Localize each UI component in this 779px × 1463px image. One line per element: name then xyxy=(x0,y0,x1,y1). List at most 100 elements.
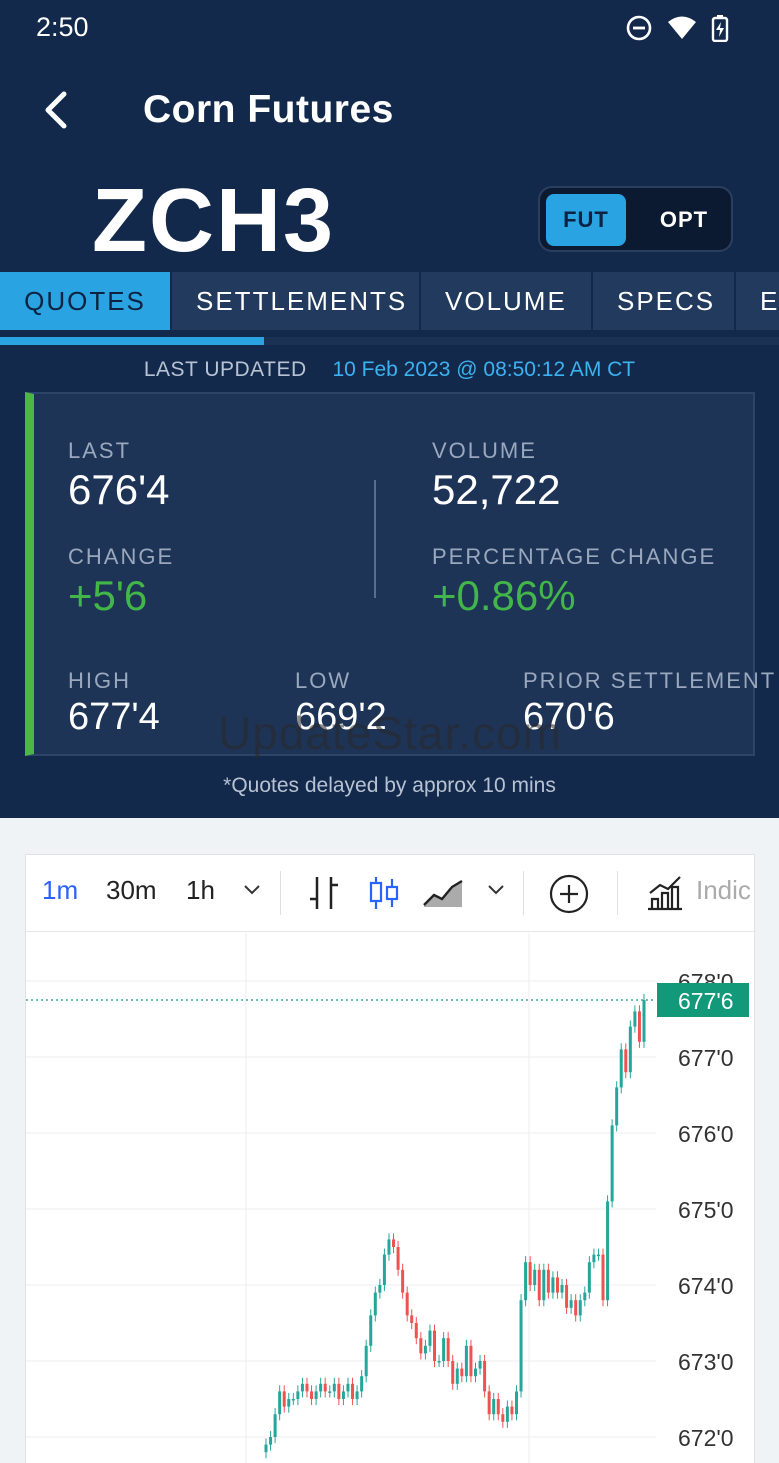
candle-body xyxy=(405,1292,409,1316)
tab-scroll-indicator xyxy=(0,337,264,345)
candle-body xyxy=(305,1383,309,1392)
candle-body xyxy=(328,1391,332,1393)
candle-body xyxy=(351,1383,355,1399)
candle-body xyxy=(601,1254,605,1301)
candle-body xyxy=(551,1277,555,1293)
app-header: 2:50 Corn Futures ZCH3 FUT OPT QUOTES SE… xyxy=(0,0,779,818)
opt-toggle-button[interactable]: OPT xyxy=(640,194,728,246)
candle-body xyxy=(291,1399,295,1401)
candle-body xyxy=(401,1269,405,1293)
interval-30m[interactable]: 30m xyxy=(106,875,157,906)
high-label: HIGH xyxy=(68,668,131,693)
candle-body xyxy=(269,1437,273,1445)
candle-body xyxy=(396,1247,400,1270)
volume-value: 52,722 xyxy=(432,466,561,513)
low-label: LOW xyxy=(295,668,352,693)
fut-opt-toggle: FUT OPT xyxy=(538,186,733,252)
candle-body xyxy=(364,1345,368,1377)
bar-chart-icon[interactable] xyxy=(306,873,342,913)
candle-body xyxy=(560,1285,564,1293)
contract-symbol: ZCH3 xyxy=(92,171,336,271)
candle-body xyxy=(578,1300,582,1316)
indicators-label[interactable]: Indic xyxy=(696,875,751,906)
candle-body xyxy=(442,1338,446,1361)
candle-body xyxy=(323,1383,327,1392)
interval-1m[interactable]: 1m xyxy=(42,875,78,906)
last-value: 676'4 xyxy=(68,466,170,513)
candlestick-icon[interactable] xyxy=(366,873,402,913)
candle-body xyxy=(487,1391,491,1415)
indicators-icon[interactable] xyxy=(644,873,684,913)
candle-body xyxy=(565,1285,569,1308)
chevron-down-icon[interactable] xyxy=(486,883,506,897)
status-bar: 2:50 xyxy=(0,0,779,56)
volume-field: VOLUME 52,722 xyxy=(432,438,560,514)
candle-body xyxy=(428,1330,432,1346)
candle-body xyxy=(296,1391,300,1399)
y-tick-label: 673'0 xyxy=(678,1349,734,1375)
candle-body xyxy=(346,1383,350,1392)
current-price-label: 677'6 xyxy=(678,988,734,1014)
chart-area[interactable]: 678'0 677'0 676'0 675'0 674'0 673'0 672'0 677'6 xyxy=(26,933,756,1463)
interval-1h[interactable]: 1h xyxy=(186,875,215,906)
candle-body xyxy=(478,1361,482,1369)
price-chart[interactable]: 678'0677'0676'0675'0674'0673'0672'0677'6 xyxy=(26,933,756,1463)
fut-toggle-button[interactable]: FUT xyxy=(546,194,626,246)
toolbar-separator xyxy=(523,871,524,915)
tab-quotes[interactable]: QUOTES xyxy=(0,272,170,330)
change-label: CHANGE xyxy=(68,544,175,569)
candle-body xyxy=(633,1011,637,1027)
change-field: CHANGE +5'6 xyxy=(68,544,174,620)
candle-body xyxy=(360,1376,364,1392)
candle-body xyxy=(596,1254,600,1257)
quote-card: LAST 676'4 VOLUME 52,722 CHANGE +5'6 PER… xyxy=(25,392,774,756)
battery-charging-icon xyxy=(711,15,729,42)
candle-body xyxy=(332,1383,336,1392)
candle-body xyxy=(619,1049,623,1088)
candle-body xyxy=(628,1026,632,1073)
prior-settlement-field: PRIOR SETTLEMENT 670'6 xyxy=(523,668,776,739)
chevron-down-icon[interactable] xyxy=(242,883,262,897)
status-icons xyxy=(625,14,729,42)
candle-body xyxy=(460,1368,464,1377)
candle-body xyxy=(387,1239,391,1255)
candle-body xyxy=(533,1269,537,1285)
candle-body xyxy=(637,1011,641,1042)
last-label: LAST xyxy=(68,438,132,463)
add-circle-icon[interactable] xyxy=(548,873,590,915)
tab-ex[interactable]: EX xyxy=(736,272,779,330)
candle-body xyxy=(587,1262,591,1293)
candle-body xyxy=(392,1239,396,1247)
candle-body xyxy=(624,1049,628,1073)
candle-body xyxy=(319,1383,323,1392)
candle-body xyxy=(505,1406,509,1422)
percentage-change-field: PERCENTAGE CHANGE +0.86% xyxy=(432,544,716,620)
tab-settlements[interactable]: SETTLEMENTS xyxy=(172,272,419,330)
candle-body xyxy=(455,1368,459,1384)
last-updated-label: LAST UPDATED xyxy=(143,358,307,381)
volume-label: VOLUME xyxy=(432,438,537,463)
high-field: HIGH 677'4 xyxy=(68,668,160,739)
candle-body xyxy=(369,1315,373,1346)
area-chart-icon[interactable] xyxy=(422,873,464,913)
back-arrow-icon[interactable] xyxy=(36,88,80,132)
low-field: LOW 669'2 xyxy=(295,668,387,739)
candle-body xyxy=(433,1330,437,1361)
tab-volume[interactable]: VOLUME xyxy=(421,272,591,330)
last-updated: LAST UPDATED 10 Feb 2023 @ 08:50:12 AM C… xyxy=(0,358,779,382)
candle-body xyxy=(574,1300,578,1316)
delay-note: *Quotes delayed by approx 10 mins xyxy=(223,774,556,797)
percentage-change-value: +0.86% xyxy=(432,572,576,619)
prior-settlement-value: 670'6 xyxy=(523,696,615,738)
y-tick-label: 674'0 xyxy=(678,1273,734,1299)
chart-panel: 1m 30m 1h Indic 678'0 677'0 676'0 675'0 … xyxy=(25,854,756,1463)
last-updated-value: 10 Feb 2023 @ 08:50:12 AM CT xyxy=(332,358,636,381)
candle-body xyxy=(355,1391,359,1399)
candle-body xyxy=(606,1201,610,1301)
tab-specs[interactable]: SPECS xyxy=(593,272,734,330)
wifi-icon xyxy=(668,16,696,39)
candle-body xyxy=(615,1087,619,1126)
candle-body xyxy=(282,1391,286,1407)
candle-body xyxy=(410,1315,414,1323)
candle-body xyxy=(473,1368,477,1377)
